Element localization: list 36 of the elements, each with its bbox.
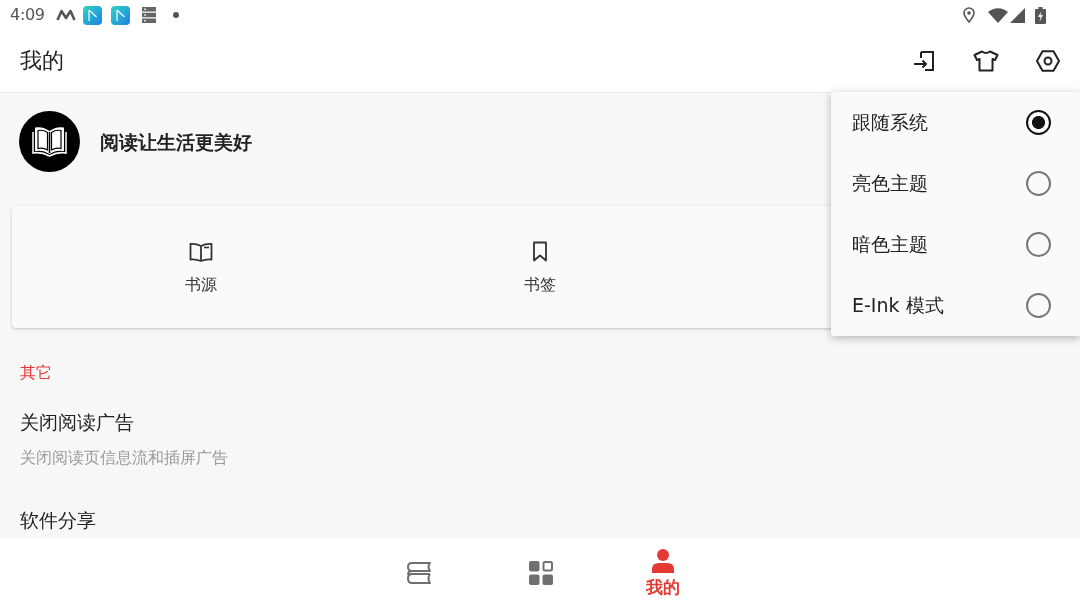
- shortcut-button[interactable]: 书源: [140, 206, 261, 328]
- section-header: 其它: [20, 363, 52, 383]
- shortcut-button[interactable]: 书签: [480, 206, 600, 328]
- setting-summary: 关闭阅读页信息流和插屏广告: [20, 448, 228, 468]
- zigzag-icon: [55, 9, 76, 21]
- book-icon: [188, 241, 213, 262]
- person-icon: [651, 549, 675, 573]
- flag-app-icon: [82, 5, 102, 25]
- menu-item[interactable]: 跟随系统: [831, 92, 1080, 153]
- tshirt-icon: [973, 50, 999, 72]
- status-time: 4:09: [10, 5, 45, 25]
- battery-icon: [1035, 6, 1046, 24]
- radio-button[interactable]: [1026, 171, 1051, 196]
- settings-icon: [1036, 50, 1060, 72]
- server-icon: [141, 7, 156, 23]
- page-title: 我的: [20, 47, 65, 75]
- book-avatar-icon: [19, 111, 80, 172]
- dot-icon: [172, 12, 179, 18]
- radio-button[interactable]: [1026, 293, 1051, 318]
- radio-button[interactable]: [1026, 110, 1051, 135]
- books-icon: [405, 561, 433, 585]
- setting-title[interactable]: 关闭阅读广告: [20, 410, 134, 434]
- grid-icon: [529, 561, 553, 585]
- bookmark-icon: [532, 241, 548, 262]
- signal-icon: [1010, 7, 1025, 23]
- profile-motto: 阅读让生活更美好: [100, 129, 252, 154]
- flag-app-icon: [110, 5, 130, 25]
- menu-item[interactable]: 暗色主题: [831, 214, 1080, 275]
- wifi-icon: [988, 7, 1008, 23]
- login-icon: [913, 50, 935, 72]
- menu-item[interactable]: 亮色主题: [831, 153, 1080, 214]
- nav-tab[interactable]: 我的: [602, 538, 724, 608]
- location-icon: [963, 7, 975, 23]
- menu-item[interactable]: E-Ink 模式: [831, 275, 1080, 336]
- radio-button[interactable]: [1026, 232, 1051, 257]
- setting-title[interactable]: 软件分享: [20, 508, 96, 532]
